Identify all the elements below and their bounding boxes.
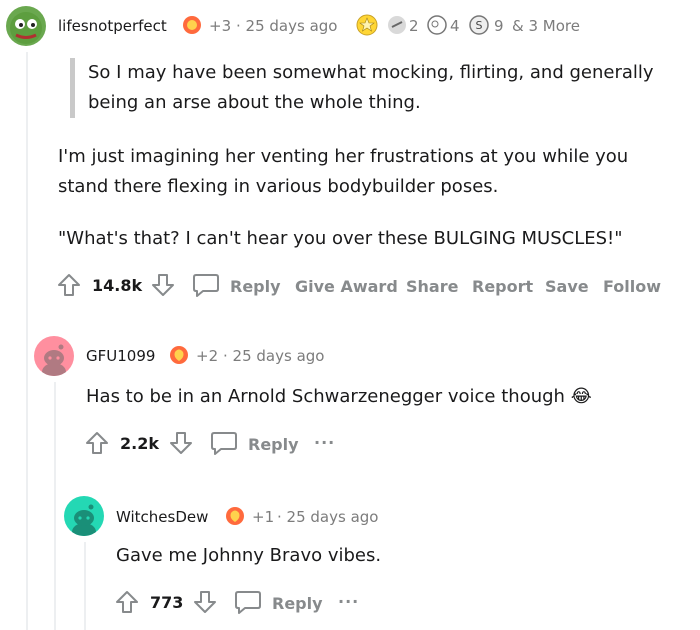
quote-line: So I may have been somewhat mocking, fli… [88,62,654,83]
comment-icon[interactable] [210,430,238,460]
quote-bar [70,58,75,118]
comment-author[interactable]: GFU1099 [86,347,155,365]
award-count: 4 [450,17,460,35]
comment-text: I'm just imagining her venting her frust… [58,146,629,167]
award-icon[interactable] [386,14,408,40]
comment-time[interactable]: · 25 days ago [277,508,378,526]
award-icon[interactable] [224,505,246,531]
downvote-icon[interactable] [192,589,218,619]
svg-text:S: S [476,19,483,32]
award-delta: +1 [252,508,275,526]
comment-icon[interactable] [192,272,220,302]
report-button[interactable]: Report [472,277,533,296]
award-icon[interactable]: S [468,14,490,40]
award-delta: +2 [196,347,219,365]
give-award-button[interactable]: Give Award [295,277,398,296]
vote-score: 2.2k [120,434,159,453]
comment-text: Has to be in an Arnold Schwarzenegger vo… [86,382,592,412]
upvote-icon[interactable] [114,589,140,619]
gold-award-icon[interactable] [356,14,378,40]
upvote-icon[interactable] [56,272,82,302]
reply-button[interactable]: Reply [272,594,323,613]
comment-icon[interactable] [234,589,262,619]
thread-line-2[interactable] [54,382,56,630]
thread-line-1[interactable] [26,52,28,630]
award-icon[interactable] [168,344,190,370]
award-count: 2 [409,17,419,35]
award-icon[interactable] [181,14,203,40]
laughing-emoji-icon: 😂 [570,386,592,407]
comment-text: Gave me Johnny Bravo vibes. [116,545,382,566]
vote-score: 14.8k [92,276,143,295]
more-options-button[interactable]: ··· [338,592,359,611]
comment-text-content: Has to be in an Arnold Schwarzenegger vo… [86,386,565,407]
downvote-icon[interactable] [150,272,176,302]
follow-button[interactable]: Follow [603,277,661,296]
avatar[interactable] [6,6,46,46]
downvote-icon[interactable] [168,430,194,460]
share-button[interactable]: Share [406,277,458,296]
comment-time[interactable]: · 25 days ago [236,17,337,35]
reply-button[interactable]: Reply [230,277,281,296]
save-button[interactable]: Save [545,277,589,296]
more-awards[interactable]: & 3 More [512,17,580,35]
avatar[interactable] [64,496,104,536]
upvote-icon[interactable] [84,430,110,460]
quote-line: being an arse about the whole thing. [88,92,421,113]
comment-text: stand there flexing in various bodybuild… [58,176,499,197]
comment-time[interactable]: · 25 days ago [223,347,324,365]
comment-author[interactable]: lifesnotperfect [58,17,167,35]
vote-score: 773 [150,593,184,612]
award-icon[interactable] [426,14,448,40]
comment-text: "What's that? I can't hear you over thes… [58,228,623,249]
reply-button[interactable]: Reply [248,435,299,454]
more-options-button[interactable]: ··· [314,433,335,452]
comment-author[interactable]: WitchesDew [116,508,208,526]
avatar[interactable] [34,336,74,376]
award-delta: +3 [209,17,232,35]
award-count: 9 [494,17,504,35]
thread-line-3[interactable] [84,542,86,630]
